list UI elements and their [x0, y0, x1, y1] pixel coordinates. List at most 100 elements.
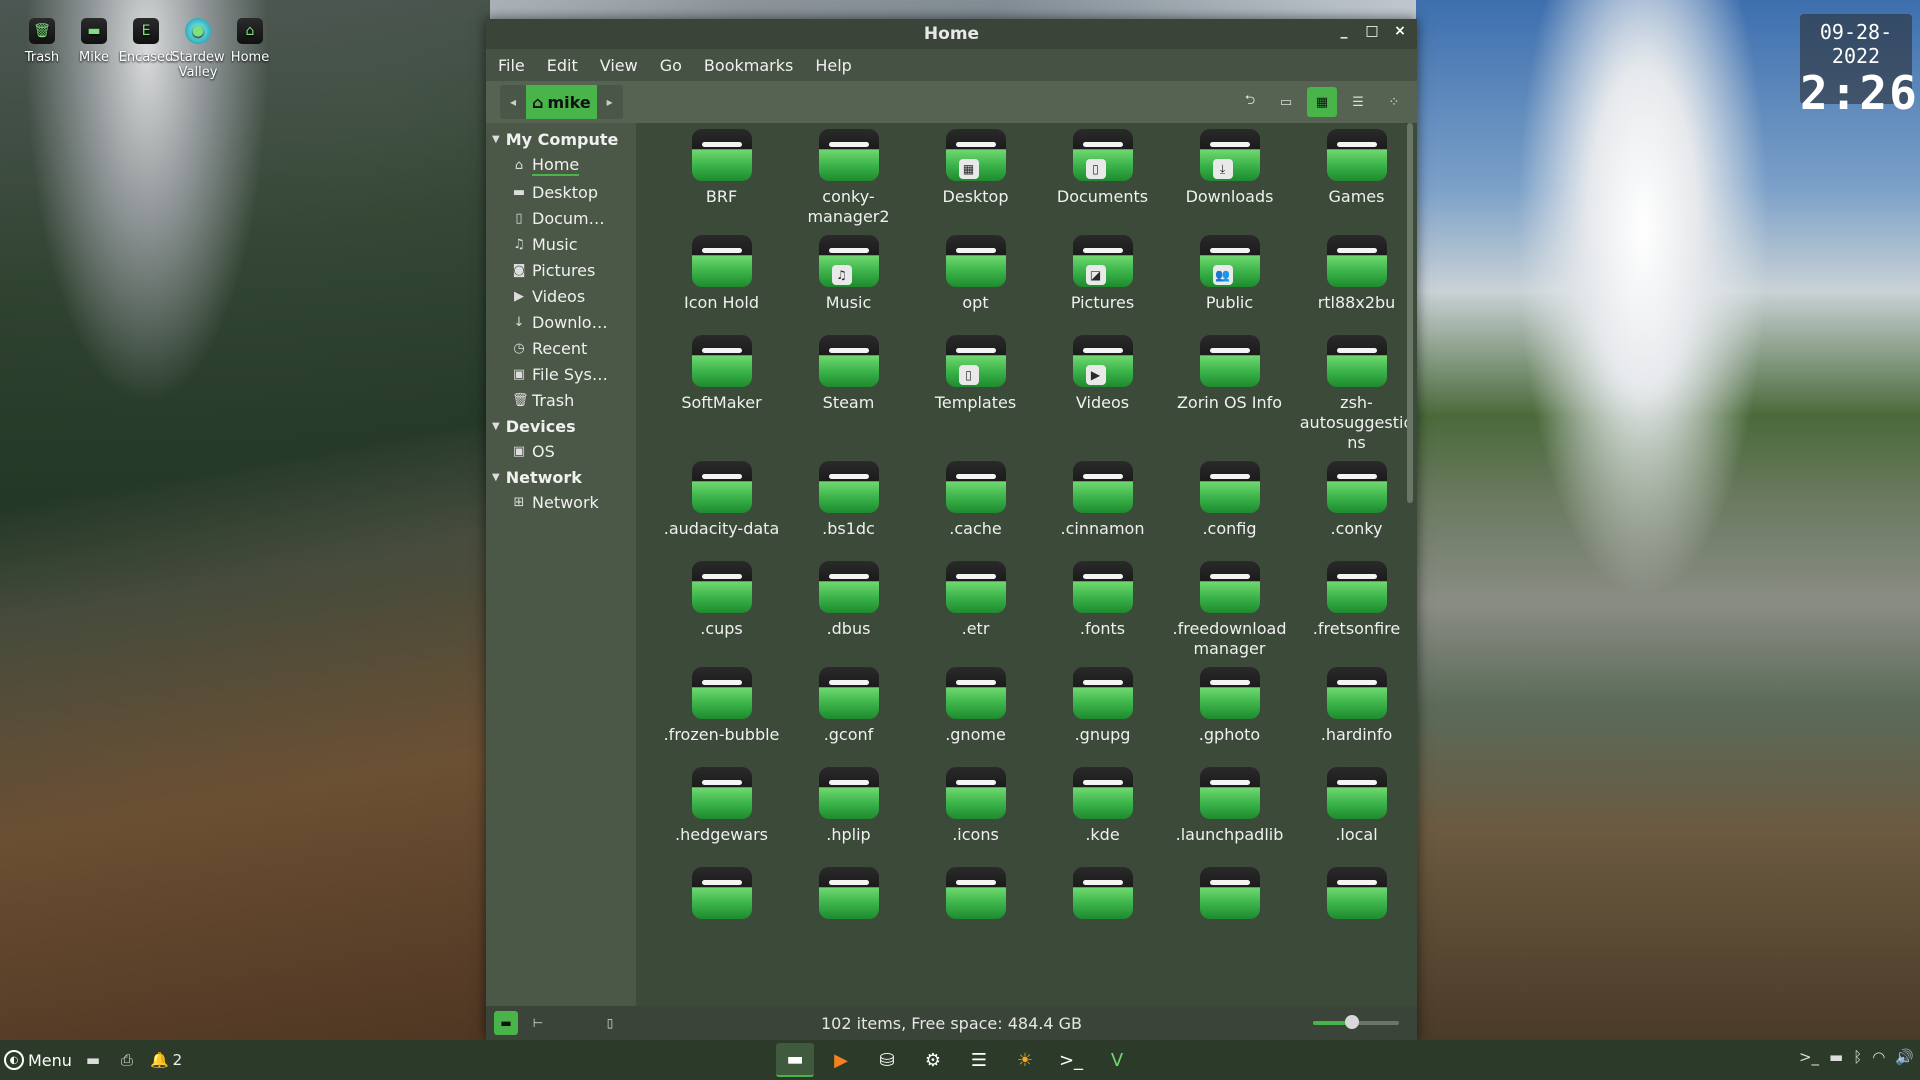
- preview-button[interactable]: ▭: [1271, 87, 1301, 117]
- task-vivaldi[interactable]: V: [1098, 1043, 1136, 1077]
- file-item[interactable]: BRF: [658, 129, 785, 227]
- file-item[interactable]: [658, 867, 785, 959]
- file-item[interactable]: [785, 867, 912, 959]
- list-view-button[interactable]: ☰: [1343, 87, 1373, 117]
- file-item[interactable]: .gnupg: [1039, 667, 1166, 759]
- menu-view[interactable]: View: [596, 52, 642, 79]
- desktop-icon-trash[interactable]: 🗑 Trash: [18, 18, 66, 80]
- vertical-scrollbar[interactable]: [1407, 123, 1413, 503]
- task-browser[interactable]: ☀: [1006, 1043, 1044, 1077]
- close-button[interactable]: ×: [1391, 23, 1409, 43]
- task-terminal[interactable]: >_: [1052, 1043, 1090, 1077]
- task-software[interactable]: ⛁: [868, 1043, 906, 1077]
- file-item[interactable]: [1166, 867, 1293, 959]
- title-bar[interactable]: Home _ □ ×: [486, 19, 1417, 49]
- file-item[interactable]: [912, 867, 1039, 959]
- file-item[interactable]: .config: [1166, 461, 1293, 553]
- file-item[interactable]: rtl88x2bu: [1293, 235, 1417, 327]
- bluetooth-icon[interactable]: ᛒ: [1853, 1048, 1862, 1066]
- file-item[interactable]: conky-manager2: [785, 129, 912, 227]
- terminal-icon[interactable]: >_: [1799, 1048, 1819, 1066]
- sidebar-item-network[interactable]: ⊞ Network: [486, 490, 636, 516]
- files-icon[interactable]: ▬: [1829, 1048, 1843, 1066]
- file-item[interactable]: ⤓ Downloads: [1166, 129, 1293, 227]
- desktop-icon-encased[interactable]: E Encased: [119, 18, 173, 80]
- file-item[interactable]: .freedownloadmanager: [1166, 561, 1293, 659]
- sidebar-section-network[interactable]: ▼ Network: [486, 465, 636, 490]
- file-item[interactable]: .icons: [912, 767, 1039, 859]
- file-item[interactable]: Icon Hold: [658, 235, 785, 327]
- menu-go[interactable]: Go: [656, 52, 686, 79]
- sidebar-item-videos[interactable]: ▶ Videos: [486, 284, 636, 310]
- sidebar-item-documents[interactable]: ▯ Docum…: [486, 206, 636, 232]
- file-item[interactable]: Zorin OS Info: [1166, 335, 1293, 453]
- file-item[interactable]: .audacity-data: [658, 461, 785, 553]
- file-item[interactable]: ▯ Templates: [912, 335, 1039, 453]
- file-item[interactable]: .local: [1293, 767, 1417, 859]
- menu-bookmarks[interactable]: Bookmarks: [700, 52, 797, 79]
- file-item[interactable]: Steam: [785, 335, 912, 453]
- file-item[interactable]: .dbus: [785, 561, 912, 659]
- file-item[interactable]: opt: [912, 235, 1039, 327]
- sidebar-item-downloads[interactable]: ↓ Downlo…: [486, 310, 636, 336]
- file-item[interactable]: .etr: [912, 561, 1039, 659]
- file-item[interactable]: .frozen-bubble: [658, 667, 785, 759]
- show-desktop-button[interactable]: ▬: [80, 1047, 106, 1073]
- file-view[interactable]: BRF conky-manager2 ▦ Desktop ▯ Documents ⤓ Down…: [636, 123, 1417, 1006]
- file-item[interactable]: ♫ Music: [785, 235, 912, 327]
- file-item[interactable]: ▶ Videos: [1039, 335, 1166, 453]
- forward-button[interactable]: ▸: [597, 85, 623, 119]
- file-item[interactable]: ◪ Pictures: [1039, 235, 1166, 327]
- menu-help[interactable]: Help: [811, 52, 855, 79]
- task-settings[interactable]: ⚙: [914, 1043, 952, 1077]
- sidebar-item-filesystem[interactable]: ▣ File Sys…: [486, 362, 636, 388]
- file-item[interactable]: .cups: [658, 561, 785, 659]
- back-button[interactable]: ◂: [500, 85, 526, 119]
- volume-icon[interactable]: 🔊: [1895, 1048, 1914, 1066]
- file-item[interactable]: .hplip: [785, 767, 912, 859]
- breadcrumb-home[interactable]: ⌂ mike: [526, 85, 597, 119]
- file-item[interactable]: .kde: [1039, 767, 1166, 859]
- file-item[interactable]: [1039, 867, 1166, 959]
- file-item[interactable]: SoftMaker: [658, 335, 785, 453]
- file-item[interactable]: .gphoto: [1166, 667, 1293, 759]
- sidebar-item-music[interactable]: ♫ Music: [486, 232, 636, 258]
- file-item[interactable]: 👥 Public: [1166, 235, 1293, 327]
- notifications-button[interactable]: 🔔 2: [150, 1051, 182, 1069]
- task-media-player[interactable]: ▶: [822, 1043, 860, 1077]
- minimize-button[interactable]: _: [1335, 23, 1353, 43]
- maximize-button[interactable]: □: [1363, 23, 1381, 43]
- file-item[interactable]: ▯ Documents: [1039, 129, 1166, 227]
- file-item[interactable]: .fonts: [1039, 561, 1166, 659]
- menu-file[interactable]: File: [494, 52, 529, 79]
- file-item[interactable]: Games: [1293, 129, 1417, 227]
- file-item[interactable]: [1293, 867, 1417, 959]
- icon-view-button[interactable]: ▦: [1307, 87, 1337, 117]
- file-item[interactable]: .hardinfo: [1293, 667, 1417, 759]
- desktop-icon-stardew[interactable]: ● Stardew Valley: [171, 18, 225, 80]
- sidebar-section-devices[interactable]: ▼ Devices: [486, 414, 636, 439]
- desktop-icon-home[interactable]: ⌂ Home: [226, 18, 274, 80]
- file-item[interactable]: .fretsonfire: [1293, 561, 1417, 659]
- compact-view-button[interactable]: ⁘: [1379, 87, 1409, 117]
- file-item[interactable]: .bs1dc: [785, 461, 912, 553]
- task-file-manager[interactable]: ▬: [776, 1043, 814, 1077]
- sidebar-item-trash[interactable]: 🗑 Trash: [486, 388, 636, 414]
- menu-edit[interactable]: Edit: [543, 52, 582, 79]
- wifi-icon[interactable]: ◠: [1872, 1048, 1885, 1066]
- desktop-icon-mike[interactable]: ▬ Mike: [70, 18, 118, 80]
- file-item[interactable]: .cinnamon: [1039, 461, 1166, 553]
- zoom-slider[interactable]: [1313, 1015, 1399, 1029]
- sidebar-item-pictures[interactable]: ◙ Pictures: [486, 258, 636, 284]
- toggle-location-button[interactable]: ⮌: [1235, 87, 1265, 117]
- sidebar-item-recent[interactable]: ◷ Recent: [486, 336, 636, 362]
- sidebar-item-os[interactable]: ▣ OS: [486, 439, 636, 465]
- file-item[interactable]: ▦ Desktop: [912, 129, 1039, 227]
- file-item[interactable]: .gnome: [912, 667, 1039, 759]
- file-item[interactable]: .cache: [912, 461, 1039, 553]
- start-menu-button[interactable]: ◐ Menu: [4, 1050, 72, 1070]
- file-item[interactable]: .launchpadlib: [1166, 767, 1293, 859]
- file-item[interactable]: .gconf: [785, 667, 912, 759]
- sidebar-item-desktop[interactable]: ▬ Desktop: [486, 180, 636, 206]
- sidebar-item-home[interactable]: ⌂ Home: [486, 152, 636, 180]
